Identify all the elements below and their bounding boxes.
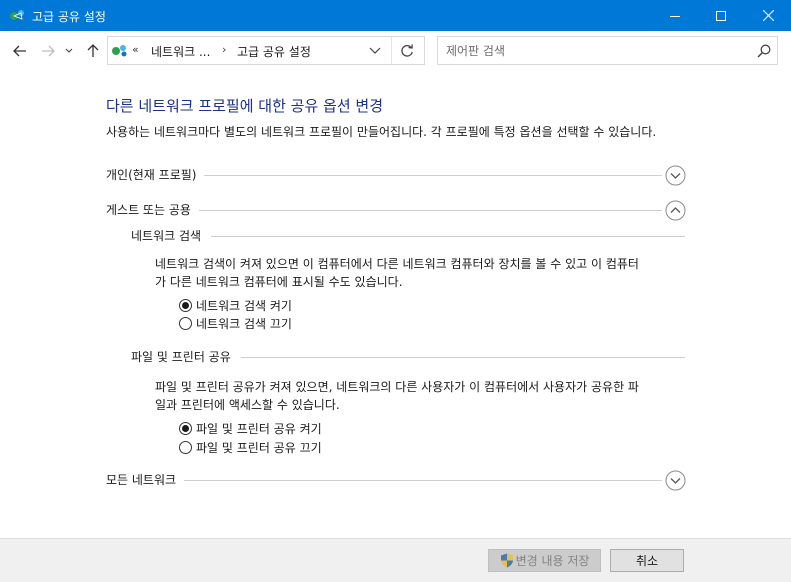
breadcrumb-network[interactable]: 네트워크 ... bbox=[151, 43, 210, 60]
minimize-button[interactable] bbox=[652, 0, 698, 31]
up-button[interactable] bbox=[82, 40, 104, 62]
window-title: 고급 공유 설정 bbox=[32, 10, 106, 24]
description-line: 파일 및 프린터 공유가 켜져 있으면, 네트워크의 다른 사용자가 이 컴퓨터… bbox=[155, 380, 639, 394]
chevron-up-circle-icon bbox=[665, 200, 686, 221]
chevron-down-circle-icon bbox=[665, 470, 686, 491]
description-line: 가 다른 네트워크 컴퓨터에 표시될 수도 있습니다. bbox=[155, 275, 403, 289]
network-discovery-label: 네트워크 검색 bbox=[131, 227, 212, 244]
subsection-divider bbox=[131, 236, 685, 237]
radio-file-sharing-on[interactable]: 파일 및 프린터 공유 켜기 bbox=[179, 419, 322, 437]
section-divider bbox=[106, 480, 662, 481]
network-discovery-description: 네트워크 검색이 켜져 있으면 이 컴퓨터에서 다른 네트워크 컴퓨터와 장치를… bbox=[155, 255, 639, 291]
radio-button[interactable] bbox=[179, 316, 192, 330]
radio-network-discovery-on[interactable]: 네트워크 검색 켜기 bbox=[179, 296, 292, 314]
save-changes-label: 변경 내용 저장 bbox=[515, 554, 590, 568]
section-all-label[interactable]: 모든 네트워크 bbox=[106, 471, 185, 488]
maximize-button[interactable] bbox=[698, 0, 744, 31]
breadcrumb-separator[interactable]: › bbox=[222, 43, 226, 56]
section-private-label[interactable]: 개인(현재 프로필) bbox=[106, 166, 205, 183]
radio-label[interactable]: 네트워크 검색 끄기 bbox=[196, 315, 292, 332]
file-sharing-label: 파일 및 프린터 공유 bbox=[131, 348, 241, 365]
radio-button-checked[interactable] bbox=[179, 421, 192, 435]
radio-button[interactable] bbox=[179, 440, 192, 454]
network-discovery-header: 네트워크 검색 bbox=[131, 227, 685, 247]
recent-locations-button[interactable] bbox=[62, 40, 76, 62]
collapse-guest-button[interactable] bbox=[665, 200, 686, 221]
expand-all-networks-button[interactable] bbox=[665, 470, 686, 491]
chevron-down-icon bbox=[65, 48, 73, 53]
description-line: 일과 프린터에 액세스할 수 있습니다. bbox=[155, 398, 340, 412]
page-description: 사용하는 네트워크마다 별도의 네트워크 프로필이 만들어집니다. 각 프로필에… bbox=[106, 125, 657, 139]
chevron-down-icon bbox=[369, 47, 381, 54]
page-title: 다른 네트워크 프로필에 대한 공유 옵션 변경 bbox=[106, 97, 384, 115]
description-line: 네트워크 검색이 켜져 있으면 이 컴퓨터에서 다른 네트워크 컴퓨터와 장치를… bbox=[155, 257, 639, 271]
search-input[interactable] bbox=[446, 42, 746, 60]
cancel-button[interactable]: 취소 bbox=[610, 549, 684, 572]
cancel-label: 취소 bbox=[635, 554, 659, 568]
close-icon bbox=[762, 10, 774, 21]
radio-network-discovery-off[interactable]: 네트워크 검색 끄기 bbox=[179, 314, 292, 332]
section-guest-public[interactable]: 게스트 또는 공용 bbox=[106, 200, 686, 221]
breadcrumb-overflow[interactable]: « bbox=[132, 43, 139, 56]
radio-label[interactable]: 네트워크 검색 켜기 bbox=[196, 297, 292, 314]
arrow-left-icon bbox=[13, 45, 26, 57]
footer-bar: 변경 내용 저장 취소 bbox=[0, 538, 791, 582]
file-sharing-header: 파일 및 프린터 공유 bbox=[131, 348, 685, 368]
back-button[interactable] bbox=[9, 40, 31, 62]
breadcrumb-advanced-sharing[interactable]: 고급 공유 설정 bbox=[237, 43, 311, 60]
radio-label[interactable]: 파일 및 프린터 공유 끄기 bbox=[196, 439, 322, 456]
uac-shield-icon bbox=[500, 553, 513, 568]
expand-private-button[interactable] bbox=[665, 165, 686, 186]
radio-file-sharing-off[interactable]: 파일 및 프린터 공유 끄기 bbox=[179, 438, 322, 456]
address-dropdown-button[interactable] bbox=[368, 45, 382, 57]
radio-label[interactable]: 파일 및 프린터 공유 켜기 bbox=[196, 420, 322, 437]
radio-button-checked[interactable] bbox=[179, 298, 192, 312]
search-box[interactable] bbox=[437, 36, 778, 65]
address-bar[interactable]: « 네트워크 ... › 고급 공유 설정 bbox=[107, 36, 425, 65]
title-bar[interactable]: 고급 공유 설정 bbox=[0, 0, 791, 31]
network-icon bbox=[111, 42, 129, 58]
arrow-up-icon bbox=[87, 44, 99, 57]
search-icon[interactable] bbox=[757, 44, 771, 58]
chevron-down-circle-icon bbox=[665, 165, 686, 186]
network-icon bbox=[9, 7, 27, 23]
section-private[interactable]: 개인(현재 프로필) bbox=[106, 165, 686, 186]
section-all-networks[interactable]: 모든 네트워크 bbox=[106, 470, 686, 491]
section-guest-label[interactable]: 게스트 또는 공용 bbox=[106, 201, 199, 218]
address-divider bbox=[391, 37, 392, 64]
refresh-icon bbox=[401, 44, 413, 57]
arrow-right-icon bbox=[42, 45, 55, 57]
maximize-icon bbox=[716, 10, 726, 21]
refresh-button[interactable] bbox=[399, 43, 415, 59]
save-changes-button[interactable]: 변경 내용 저장 bbox=[488, 549, 601, 572]
close-button[interactable] bbox=[745, 0, 791, 31]
file-sharing-description: 파일 및 프린터 공유가 켜져 있으면, 네트워크의 다른 사용자가 이 컴퓨터… bbox=[155, 378, 639, 414]
minimize-icon bbox=[670, 15, 680, 17]
forward-button[interactable] bbox=[37, 40, 59, 62]
